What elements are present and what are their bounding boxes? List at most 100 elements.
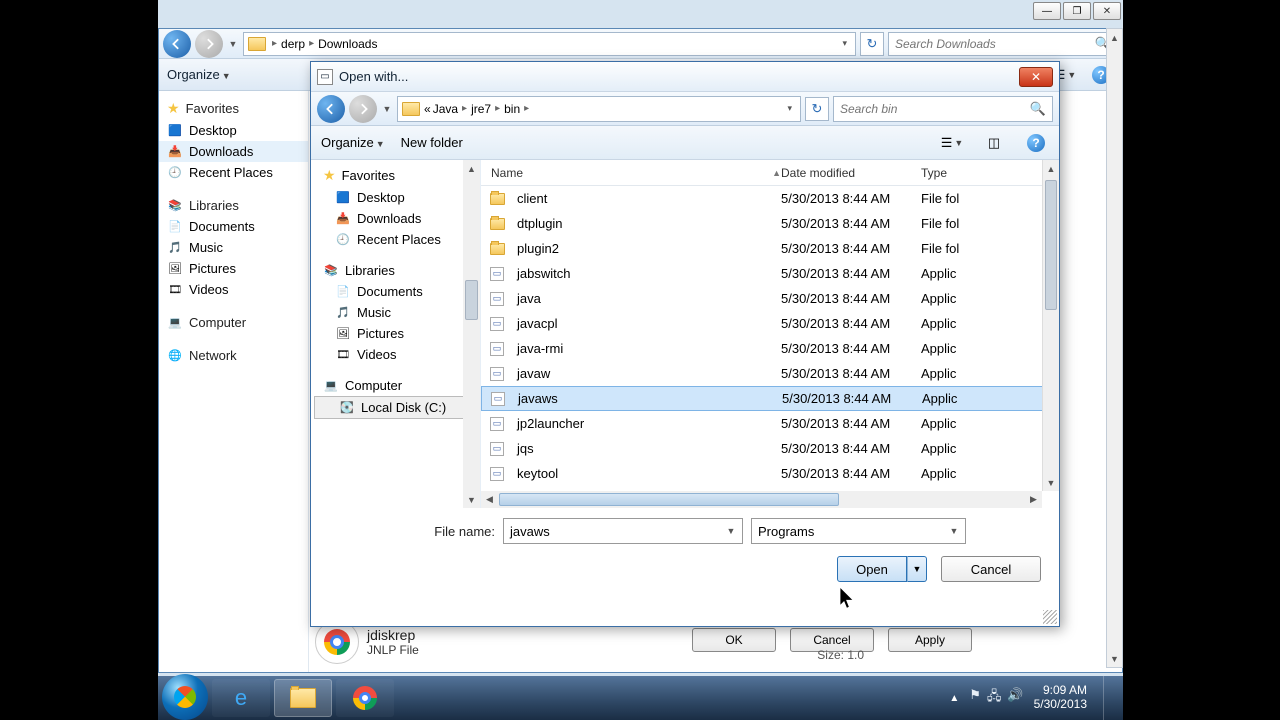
list-scrollbar-vertical[interactable]: ▲▼ (1042, 160, 1059, 491)
column-header-date[interactable]: Date modified (781, 166, 921, 180)
list-item[interactable]: ▭jp2launcher5/30/2013 8:44 AMApplic (481, 411, 1059, 436)
tree-item-desktop[interactable]: 🟦Desktop (159, 120, 308, 141)
list-item[interactable]: ▭jabswitch5/30/2013 8:44 AMApplic (481, 261, 1059, 286)
new-folder-button[interactable]: New folder (401, 135, 463, 150)
dialog-back-button[interactable] (317, 95, 345, 123)
file-type-filter[interactable]: Programs▼ (751, 518, 966, 544)
application-icon: ▭ (489, 416, 505, 432)
tree-item-recent[interactable]: 🕘Recent Places (159, 162, 308, 183)
tray-clock[interactable]: 9:09 AM 5/30/2013 (1034, 684, 1087, 712)
filename-input[interactable]: javaws▼ (503, 518, 743, 544)
address-dropdown[interactable]: ▾ (783, 103, 796, 114)
column-header-name[interactable]: Name▲ (481, 166, 781, 180)
tree-item-downloads[interactable]: 📥Downloads (159, 141, 308, 162)
tree-libraries[interactable]: 📚Libraries (159, 195, 308, 216)
file-list: Name▲ Date modified Type client5/30/2013… (481, 160, 1059, 508)
tree-item-downloads[interactable]: 📥Downloads (311, 208, 480, 229)
tray-flag-icon[interactable]: ⚑ (969, 687, 981, 709)
nav-history-dropdown[interactable]: ▼ (227, 35, 239, 53)
tree-network[interactable]: 🌐Network (159, 345, 308, 366)
list-item[interactable]: ▭javacpl5/30/2013 8:44 AMApplic (481, 311, 1059, 336)
computer-icon: 💻 (323, 379, 339, 393)
tree-favorites[interactable]: ★Favorites (311, 164, 480, 187)
organize-menu[interactable]: Organize▼ (167, 67, 231, 82)
open-button[interactable]: Open (837, 556, 907, 582)
folder-icon (489, 216, 505, 232)
breadcrumb-overflow[interactable]: « (424, 102, 431, 116)
back-button[interactable] (163, 30, 191, 58)
dialog-close-button[interactable]: ✕ (1019, 67, 1053, 87)
chevron-down-icon[interactable]: ▼ (722, 521, 740, 541)
tree-item-documents[interactable]: 📄Documents (159, 216, 308, 237)
preview-pane-button[interactable]: ◫ (981, 131, 1007, 155)
chevron-down-icon[interactable]: ▼ (945, 521, 963, 541)
dialog-help-button[interactable]: ? (1023, 131, 1049, 155)
parent-scrollbar[interactable]: ▲▼ (1106, 28, 1123, 668)
list-item[interactable]: ▭java5/30/2013 8:44 AMApplic (481, 286, 1059, 311)
list-item[interactable]: dtplugin5/30/2013 8:44 AMFile fol (481, 211, 1059, 236)
dialog-search-box[interactable]: 🔍 (833, 96, 1053, 122)
dialog-address-bar[interactable]: « Java▸ jre7▸ bin▸ ▾ (397, 96, 801, 122)
tree-item-music[interactable]: 🎵Music (311, 302, 480, 323)
tray-show-hidden[interactable]: ▲ (949, 693, 959, 704)
resize-grip[interactable] (1043, 610, 1057, 624)
parent-close-button[interactable]: ✕ (1093, 2, 1121, 20)
file-name: keytool (517, 466, 558, 481)
search-input[interactable] (895, 37, 1091, 51)
dialog-search-input[interactable] (840, 102, 1026, 116)
tray-volume-icon[interactable]: 🔊 (1007, 687, 1023, 709)
tree-item-documents[interactable]: 📄Documents (311, 281, 480, 302)
parent-maximize-button[interactable]: ❐ (1063, 2, 1091, 20)
tray-network-icon[interactable]: 🖧 (987, 687, 1002, 709)
list-item[interactable]: plugin25/30/2013 8:44 AMFile fol (481, 236, 1059, 261)
tree-item-music[interactable]: 🎵Music (159, 237, 308, 258)
dialog-refresh-button[interactable]: ↻ (805, 97, 829, 121)
recent-icon: 🕘 (167, 166, 183, 180)
column-header-type[interactable]: Type (921, 166, 1059, 180)
tree-item-local-disk[interactable]: 💽Local Disk (C:) (314, 396, 477, 419)
dialog-nav-history[interactable]: ▼ (381, 100, 393, 118)
parent-minimize-button[interactable]: — (1033, 2, 1061, 20)
list-item[interactable]: ▭javaws5/30/2013 8:44 AMApplic (481, 386, 1059, 411)
open-button-dropdown[interactable]: ▼ (907, 556, 927, 582)
refresh-button[interactable]: ↻ (860, 32, 884, 56)
list-item[interactable]: ▭keytool5/30/2013 8:44 AMApplic (481, 461, 1059, 486)
address-dropdown[interactable]: ▾ (838, 38, 851, 49)
taskbar-ie[interactable]: e (212, 679, 270, 717)
list-item[interactable]: client5/30/2013 8:44 AMFile fol (481, 186, 1059, 211)
views-button[interactable]: ☰▼ (939, 131, 965, 155)
tree-computer[interactable]: 💻Computer (311, 375, 480, 396)
tree-item-videos[interactable]: 🎞Videos (159, 279, 308, 300)
breadcrumb-segment[interactable]: Downloads (318, 37, 377, 51)
list-item[interactable]: ▭java-rmi5/30/2013 8:44 AMApplic (481, 336, 1059, 361)
taskbar-chrome[interactable] (336, 679, 394, 717)
tree-computer[interactable]: 💻Computer (159, 312, 308, 333)
search-box[interactable]: 🔍 (888, 32, 1118, 56)
address-bar[interactable]: ▸ derp ▸ Downloads ▾ (243, 32, 856, 56)
file-date: 5/30/2013 8:44 AM (781, 191, 921, 206)
list-item[interactable]: ▭jqs5/30/2013 8:44 AMApplic (481, 436, 1059, 461)
list-item[interactable]: ▭javaw5/30/2013 8:44 AMApplic (481, 361, 1059, 386)
breadcrumb-segment[interactable]: Java (433, 102, 458, 116)
taskbar-explorer[interactable] (274, 679, 332, 717)
dialog-forward-button (349, 95, 377, 123)
tree-item-recent[interactable]: 🕘Recent Places (311, 229, 480, 250)
tree-item-videos[interactable]: 🎞Videos (311, 344, 480, 365)
dialog-cancel-button[interactable]: Cancel (941, 556, 1041, 582)
start-button[interactable] (162, 674, 208, 720)
breadcrumb-segment[interactable]: derp (281, 37, 305, 51)
documents-icon: 📄 (335, 285, 351, 299)
breadcrumb-segment[interactable]: jre7 (471, 102, 491, 116)
tree-item-desktop[interactable]: 🟦Desktop (311, 187, 480, 208)
tree-item-pictures[interactable]: 🖼Pictures (311, 323, 480, 344)
file-date: 5/30/2013 8:44 AM (781, 241, 921, 256)
breadcrumb-segment[interactable]: bin (504, 102, 520, 116)
list-scrollbar-horizontal[interactable]: ◀▶ (481, 491, 1042, 508)
dialog-organize-menu[interactable]: Organize▼ (321, 135, 385, 150)
tree-favorites[interactable]: ★Favorites (159, 97, 308, 120)
show-desktop-button[interactable] (1103, 676, 1115, 720)
chrome-icon (350, 683, 380, 713)
tree-item-pictures[interactable]: 🖼Pictures (159, 258, 308, 279)
tree-scrollbar[interactable]: ▲▼ (463, 160, 480, 508)
tree-libraries[interactable]: 📚Libraries (311, 260, 480, 281)
